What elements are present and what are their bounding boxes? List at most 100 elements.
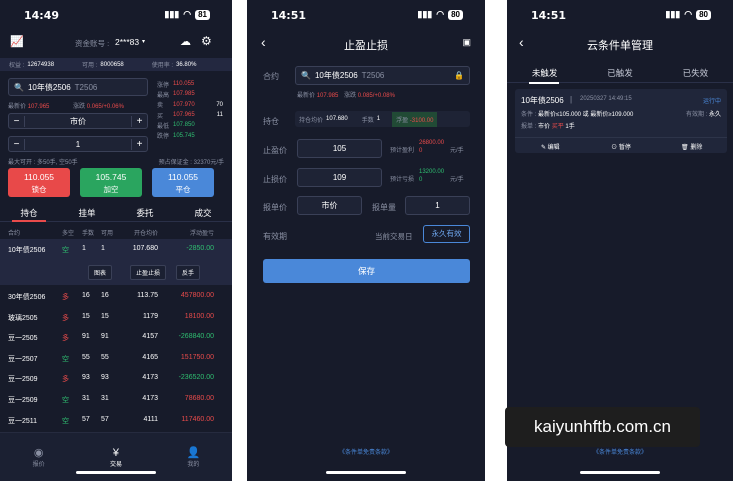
tp-label: 止盈价 [263, 146, 287, 155]
add-short-button[interactable]: 105.745 加空 [80, 168, 142, 197]
cloud-icon[interactable]: ☁ [180, 35, 191, 48]
sl-price-input[interactable]: 109 [297, 168, 382, 187]
order-datetime: 20250327 14:49:15 [580, 96, 632, 102]
table-row[interactable]: 10年债2506 空 1 1 107.680 -2850.00 图表 止盈止损 反手 [0, 239, 232, 285]
nav-mine[interactable]: 👤 我的 [155, 446, 232, 468]
save-button[interactable]: 保存 [263, 259, 470, 283]
tab-pending[interactable]: 挂单 [58, 207, 116, 219]
validity-permanent-option[interactable]: 永久有效 [423, 225, 470, 243]
latest-price: 107.965 [27, 104, 50, 110]
delete-button[interactable]: 🗑 删除 [656, 142, 727, 151]
float-pnl: -3100.00 [409, 117, 434, 124]
image-icon[interactable]: ▣ [462, 37, 471, 48]
tab-not-triggered[interactable]: 未触发 [507, 67, 582, 79]
table-row[interactable]: 豆一2509 多 93 93 4173 -236520.00 [0, 368, 232, 388]
validity-label: 有效期 [263, 232, 287, 241]
tp-sl-header: ‹ 止盈止损 ▣ [247, 30, 485, 56]
pause-icon: ⊙ [611, 145, 618, 151]
tp-estimate: 26800.000 [419, 140, 445, 154]
battery-icon: 80 [448, 9, 463, 20]
terms-link[interactable]: 《条件单免责条款》 [507, 447, 733, 456]
depth-quote-row: 涨停 110.055 [157, 81, 195, 89]
equity-value: 12674938 [27, 61, 55, 68]
reverse-button[interactable]: 反手 [176, 265, 201, 280]
equity-label: 权益 : [9, 63, 25, 69]
depth-quote: 涨停 110.055 最高 107.985 卖 107.970 70 买 107.965 11 最低… [157, 79, 223, 141]
position-qty: 1 [376, 116, 381, 122]
order-qty-label: 报单量 [372, 203, 396, 212]
order-price-select[interactable]: 市价 [297, 196, 362, 215]
tab-expired[interactable]: 已失效 [658, 67, 733, 79]
contract-code: T2506 [74, 82, 98, 92]
gear-icon[interactable]: ⚙ [201, 34, 212, 48]
order-qty-input[interactable]: 1 [405, 196, 470, 215]
wifi-icon: ◠ [183, 9, 192, 19]
table-row[interactable]: 30年债2506 多 16 16 113.75 457800.00 [0, 286, 232, 306]
float-pnl-box: 浮盈 -3100.00 [392, 111, 438, 127]
nav-trade[interactable]: ¥ 交易 [77, 447, 154, 468]
cloud-order-header: ‹ 云条件单管理 [507, 30, 733, 56]
table-row[interactable]: 豆一2505 多 91 91 4157 -268840.00 [0, 327, 232, 347]
avail-label: 可用 : [82, 63, 98, 69]
terms-link[interactable]: 《条件单免责条款》 [247, 447, 485, 456]
table-row[interactable]: 豆一2511 空 57 57 4111 117460.00 [0, 410, 232, 430]
price-plus-button[interactable]: + [131, 115, 147, 127]
signal-icon: ▮▮▮ [665, 9, 681, 19]
tp-sl-button[interactable]: 止盈止损 [130, 265, 167, 280]
qty-plus-button[interactable]: + [131, 138, 147, 150]
table-row[interactable]: 豆一2507 空 55 55 4165 151750.00 [0, 348, 232, 368]
edit-button[interactable]: ✎ 编辑 [515, 142, 586, 151]
lock-icon: 🔒 [454, 71, 464, 80]
account-value[interactable]: 2***83 [115, 37, 139, 47]
price-minus-button[interactable]: − [9, 115, 25, 127]
wifi-icon: ◠ [684, 9, 693, 19]
price-type-select[interactable]: − 市价 + [8, 113, 148, 129]
home-indicator [326, 471, 406, 474]
tab-triggered[interactable]: 已触发 [582, 67, 657, 79]
pause-button[interactable]: ⊙ 暂停 [586, 142, 657, 151]
signal-icon: ▮▮▮ [164, 9, 180, 19]
user-icon: 👤 [186, 447, 201, 459]
status-time: 14:51 [531, 9, 567, 22]
chart-button[interactable]: 图表 [88, 265, 113, 280]
trade-icon: ¥ [112, 446, 120, 459]
table-header: 合约 多空 手数 可用 开仓均价 浮动盈亏 [8, 231, 214, 237]
contract-name: 10年债2506 [27, 82, 71, 92]
table-row[interactable]: 玻璃2505 多 15 15 1179 18100.00 [0, 307, 232, 327]
contract-label: 合约 [263, 72, 279, 81]
validity-today-option[interactable]: 当前交易日 [375, 231, 413, 242]
contract-input[interactable]: 🔍 10年债2506 T2506 🔒 [295, 66, 470, 85]
quantity-stepper[interactable]: − 1 + [8, 136, 148, 152]
order-condition: 最新价≤105.000 或 最新价≥109.000 [538, 112, 634, 118]
battery-icon: 81 [195, 9, 210, 20]
chevron-down-icon[interactable]: ▾ [142, 38, 145, 45]
quotes-icon: ◉ [33, 447, 44, 459]
tp-price-input[interactable]: 105 [297, 139, 382, 158]
nav-quotes[interactable]: ◉ 报价 [0, 446, 77, 468]
watermark: kaiyunhftb.com.cn [505, 407, 700, 447]
tab-positions[interactable]: 持仓 [0, 207, 58, 219]
tab-orders[interactable]: 委托 [116, 207, 174, 219]
depth-quote-row: 跌停 105.745 [157, 132, 195, 141]
status-time: 14:51 [271, 9, 307, 22]
sl-label: 止损价 [263, 175, 287, 184]
order-validity: 永久 [708, 112, 721, 118]
depth-quote-row: 卖 107.970 70 [157, 101, 223, 110]
qty-minus-button[interactable]: − [9, 138, 25, 150]
table-row[interactable]: 豆一2509 空 31 31 4173 78680.00 [0, 389, 232, 409]
depth-quote-row: 最低 107.850 [157, 122, 195, 130]
position-label: 持仓 [263, 117, 279, 126]
tab-trades[interactable]: 成交 [174, 207, 232, 219]
contract-search-input[interactable]: 🔍 10年债2506 T2506 [8, 78, 148, 96]
active-tab-indicator [529, 82, 559, 84]
lock-position-button[interactable]: 110.055 锁仓 [8, 168, 70, 197]
chart-icon[interactable]: 📈 [10, 35, 24, 48]
order-side: 买平 [551, 124, 564, 130]
close-position-button[interactable]: 110.055 平仓 [152, 168, 214, 197]
battery-icon: 80 [696, 9, 711, 20]
order-status-tabs: 未触发 已触发 已失效 [507, 63, 733, 83]
price-change: 0.085/+0.08% [357, 93, 395, 99]
balance-bar: 权益 :12674938 可用 :8000658 使用率 :36.80% [0, 58, 232, 71]
search-icon: 🔍 [301, 71, 311, 80]
usage-value: 36.80% [176, 61, 197, 68]
